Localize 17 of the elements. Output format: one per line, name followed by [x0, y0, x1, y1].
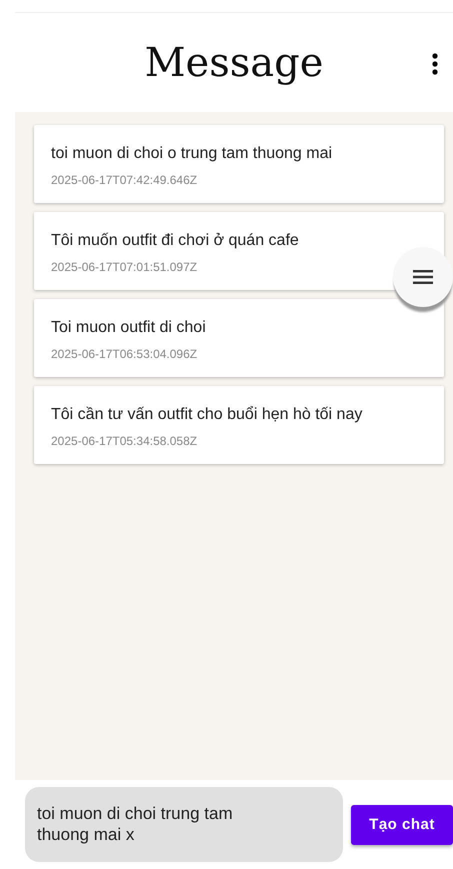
message-timestamp: 2025-06-17T05:34:58.058Z: [51, 434, 198, 448]
message-card[interactable]: Toi muon outfit di choi 2025-06-17T06:53:04.096Z: [34, 299, 444, 377]
message-card[interactable]: toi muon di choi o trung tam thuong mai 2025-06-17T07:42:49.646Z: [34, 125, 444, 203]
message-timestamp: 2025-06-17T07:01:51.097Z: [51, 260, 198, 274]
message-text: toi muon di choi o trung tam thuong mai: [51, 145, 334, 163]
message-timestamp: 2025-06-17T07:42:49.646Z: [51, 173, 198, 187]
message-text: Tôi cần tư vấn outfit cho buổi hẹn hò tối nay: [51, 406, 364, 424]
message-text: Tôi muốn outfit đi chơi ở quán cafe: [51, 232, 300, 250]
message-timestamp: 2025-06-17T06:53:04.096Z: [51, 347, 198, 361]
page-title: Message: [144, 40, 324, 86]
message-text: Toi muon outfit di choi: [51, 319, 207, 337]
create-chat-button[interactable]: Tạo chat: [351, 804, 453, 844]
message-card[interactable]: Tôi muốn outfit đi chơi ở quán cafe 2025-06-17T07:01:51.097Z: [34, 212, 444, 290]
message-card[interactable]: Tôi cần tư vấn outfit cho buổi hẹn hò tối nay 2025-06-17T05:34:58.058Z: [34, 386, 444, 464]
message-input[interactable]: toi muon di choi trung tam thuong mai x: [25, 787, 343, 862]
more-options-icon[interactable]: [432, 53, 438, 75]
menu-icon: [413, 270, 433, 284]
